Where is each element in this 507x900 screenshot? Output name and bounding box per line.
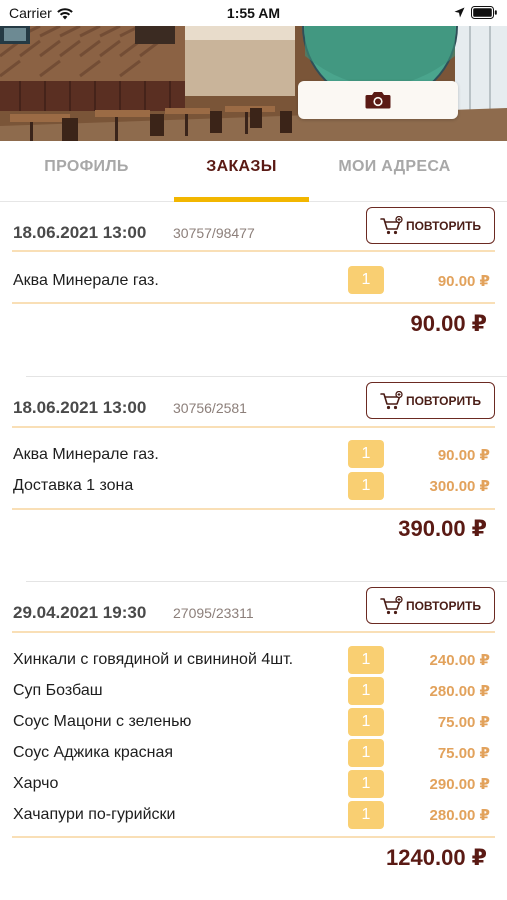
change-photo-button[interactable]: [298, 81, 458, 119]
order-item-name: Харчо: [13, 775, 59, 792]
clock: 1:55 AM: [226, 5, 281, 21]
order-item-name: Доставка 1 зона: [13, 477, 134, 494]
order-item-qty: 1: [348, 440, 384, 468]
cart-icon: [380, 215, 403, 234]
tab-profile[interactable]: ПРОФИЛЬ: [14, 158, 159, 176]
status-right: [454, 6, 498, 19]
order-item-price: 90.00 ₽: [437, 447, 490, 464]
order-item-price: 280.00 ₽: [429, 807, 490, 824]
order-card: 18.06.2021 13:00 30756/2581 ПОВТОРИТЬ Ак…: [0, 376, 507, 576]
order-item-qty: 1: [348, 677, 384, 705]
repeat-button-label: ПОВТОРИТЬ: [405, 218, 482, 233]
order-total: 1240.00 ₽: [386, 845, 487, 870]
divider: [12, 250, 495, 252]
cart-icon: [380, 390, 403, 409]
order-date: 18.06.2021 13:00: [13, 398, 147, 417]
divider: [12, 426, 495, 428]
order-item-qty: 1: [348, 266, 384, 294]
tab-orders[interactable]: ЗАКАЗЫ: [174, 158, 309, 176]
order-divider: [26, 581, 507, 582]
order-total: 90.00 ₽: [410, 311, 487, 336]
order-item-qty: 1: [348, 770, 384, 798]
divider: [12, 631, 495, 633]
order-item-name: Соус Мацони с зеленью: [13, 713, 192, 730]
order-divider: [26, 376, 507, 377]
repeat-order-button[interactable]: ПОВТОРИТЬ: [366, 382, 495, 419]
order-number: 30756/2581: [173, 400, 247, 416]
divider: [12, 302, 495, 304]
order-item-price: 75.00 ₽: [437, 714, 490, 731]
order-item-price: 280.00 ₽: [429, 683, 490, 700]
order-item-name: Аква Минерале газ.: [13, 446, 159, 463]
order-date: 18.06.2021 13:00: [13, 223, 147, 242]
order-card: 29.04.2021 19:30 27095/23311 ПОВТОРИТЬ Х…: [0, 581, 507, 900]
profile-tabs: ПРОФИЛЬ ЗАКАЗЫ МОИ АДРЕСА: [0, 141, 507, 202]
camera-icon: [365, 92, 391, 109]
order-item-qty: 1: [348, 472, 384, 500]
location-arrow-icon: [454, 7, 465, 18]
order-item-price: 75.00 ₽: [437, 745, 490, 762]
order-item-name: Хинкали с говядиной и свининой 4шт.: [13, 651, 294, 668]
order-item-qty: 1: [348, 739, 384, 767]
repeat-button-label: ПОВТОРИТЬ: [405, 598, 482, 613]
repeat-button-label: ПОВТОРИТЬ: [405, 393, 482, 408]
order-item-price: 90.00 ₽: [437, 273, 490, 290]
order-number: 30757/98477: [173, 225, 255, 241]
cart-icon: [380, 595, 403, 614]
order-date: 29.04.2021 19:30: [13, 603, 147, 622]
status-bar: Carrier 1:55 AM: [0, 0, 507, 26]
divider: [12, 508, 495, 510]
order-item-name: Хачапури по-гурийски: [13, 806, 176, 823]
order-number: 27095/23311: [173, 605, 254, 621]
order-item-qty: 1: [348, 801, 384, 829]
profile-cover: [0, 26, 507, 141]
battery-icon: [471, 6, 497, 19]
order-item-qty: 1: [348, 646, 384, 674]
tab-addresses[interactable]: МОИ АДРЕСА: [322, 158, 467, 176]
order-item-name: Аква Минерале газ.: [13, 272, 159, 289]
order-total: 390.00 ₽: [398, 516, 487, 541]
order-item-name: Суп Бозбаш: [13, 682, 103, 699]
divider: [12, 836, 495, 838]
order-item-name: Соус Аджика красная: [13, 744, 174, 761]
order-item-price: 240.00 ₽: [429, 652, 490, 669]
repeat-order-button[interactable]: ПОВТОРИТЬ: [366, 207, 495, 244]
order-item-price: 290.00 ₽: [429, 776, 490, 793]
order-card: 18.06.2021 13:00 30757/98477 ПОВТОРИТЬ А…: [0, 202, 507, 372]
order-item-qty: 1: [348, 708, 384, 736]
repeat-order-button[interactable]: ПОВТОРИТЬ: [366, 587, 495, 624]
order-item-price: 300.00 ₽: [429, 478, 490, 495]
